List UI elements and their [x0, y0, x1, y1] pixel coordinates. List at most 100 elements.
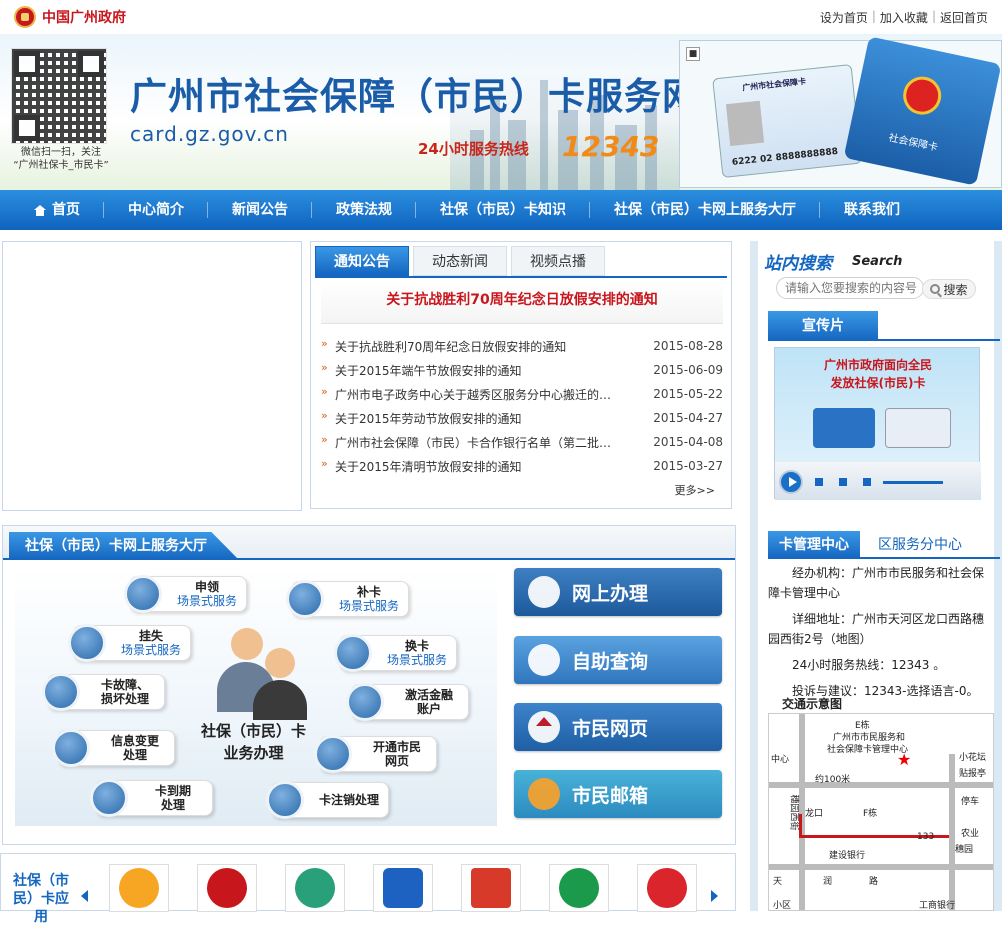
promo-video[interactable]: 广州市政府面向全民 发放社保(市民)卡	[774, 347, 981, 500]
apply-service[interactable]: 申领 场景式服务	[124, 575, 247, 613]
top-bar: 中国广州政府 设为首页 | 加入收藏 | 返回首页	[0, 0, 1002, 34]
add-favorite-link[interactable]: 加入收藏	[880, 9, 928, 26]
tab-underline	[315, 276, 727, 278]
card-fault-service[interactable]: 卡故障、 损坏处理	[42, 673, 165, 711]
service-label: 申领	[194, 580, 219, 594]
news-title[interactable]: 广州市电子政务中心关于越秀区服务分中心搬迁的通...	[321, 386, 621, 403]
open-citizen-web-service[interactable]: 开通市民 网页	[314, 735, 437, 773]
qr-caption-line: “广州社保卡_市民卡”	[13, 160, 109, 171]
nav-label: 社保（市民）卡网上服务大厅	[614, 202, 796, 218]
gov-logo[interactable]: 中国广州政府	[14, 6, 126, 28]
nav-about[interactable]: 中心简介	[104, 190, 208, 230]
news-title[interactable]: 关于抗战胜利70周年纪念日放假安排的通知	[321, 338, 621, 355]
play-icon[interactable]	[779, 470, 803, 494]
reissue-service[interactable]: 补卡 场景式服务	[286, 580, 409, 618]
stop-icon[interactable]	[815, 478, 823, 486]
card-expiry-service[interactable]: 卡到期 处理	[90, 779, 213, 817]
news-title[interactable]: 关于2015年端午节放假安排的通知	[321, 362, 621, 379]
service-sub: 损坏处理	[100, 692, 149, 706]
core-business-title: 社保（市民）卡 业务办理	[201, 720, 306, 764]
close-icon[interactable]: ■	[686, 47, 700, 61]
map-label: 润	[823, 877, 833, 887]
volume-slider[interactable]	[883, 481, 943, 484]
scroll-left-icon[interactable]	[81, 890, 88, 902]
si-logo[interactable]	[109, 864, 169, 912]
list-item[interactable]: 广州市电子政务中心关于越秀区服务分中心搬迁的通... 2015-05-22	[321, 382, 723, 406]
nav-label: 联系我们	[844, 202, 900, 218]
report-loss-service[interactable]: 挂失 场景式服务	[68, 624, 191, 662]
hospital-logo[interactable]	[285, 864, 345, 912]
nav-policy[interactable]: 政策法规	[312, 190, 416, 230]
si-icon	[119, 868, 159, 908]
card-image	[813, 408, 875, 448]
tab-district-center[interactable]: 区服务分中心	[878, 531, 962, 559]
list-item[interactable]: 广州市社会保障（市民）卡合作银行名单（第二批）... 2015-04-08	[321, 430, 723, 454]
mailbox-icon	[528, 778, 560, 810]
tab-video[interactable]: 视频点播	[511, 246, 605, 276]
set-homepage-link[interactable]: 设为首页	[820, 9, 868, 26]
replace-card-service[interactable]: 换卡 场景式服务	[334, 634, 457, 672]
list-item[interactable]: 关于2015年端午节放假安排的通知 2015-06-09	[321, 358, 723, 382]
hospital-icon	[295, 868, 335, 908]
citizen-web-button[interactable]: 市民网页	[514, 703, 722, 751]
traffic-map[interactable]: E栋 广州市市民服务和 社会保障卡管理中心 中心 小花坛 贴报亭 约100米 停…	[768, 713, 994, 911]
nav-contact[interactable]: 联系我们	[820, 190, 924, 230]
list-item[interactable]: 关于2015年劳动节放假安排的通知 2015-04-27	[321, 406, 723, 430]
button-label: 自助查询	[572, 650, 649, 673]
slideshow-panel	[2, 241, 302, 511]
more-link[interactable]: 更多>>	[675, 482, 715, 498]
service-label: 补卡	[356, 585, 381, 599]
search-button[interactable]: 搜索	[922, 279, 976, 299]
site-title: 广州市社会保障（市民）卡服务网	[130, 75, 700, 118]
map-label: 穗园	[955, 845, 974, 855]
tab-notices[interactable]: 通知公告	[315, 246, 409, 276]
library-logo[interactable]	[461, 864, 521, 912]
dollar-icon	[346, 683, 384, 721]
map-title: 交通示意图	[782, 697, 843, 711]
nav-home[interactable]: 首页	[10, 190, 104, 230]
sidebar: 站内搜索 Search 搜索 宣传片 广州市政府面向全民 发放社保(市民)卡 卡…	[750, 241, 1002, 911]
nav-news[interactable]: 新闻公告	[208, 190, 312, 230]
tab-dynamic-news[interactable]: 动态新闻	[413, 246, 507, 276]
list-item[interactable]: 关于抗战胜利70周年纪念日放假安排的通知 2015-08-28	[321, 334, 723, 358]
service-label: 信息变更	[110, 734, 159, 748]
service-label: 卡故障、	[100, 678, 149, 692]
news-headline[interactable]: 关于抗战胜利70周年纪念日放假安排的通知	[321, 282, 723, 324]
prev-icon[interactable]	[839, 478, 847, 486]
tab-card-center[interactable]: 卡管理中心	[768, 531, 860, 559]
map-label: 龙口	[805, 809, 824, 819]
emblem-logo[interactable]	[197, 864, 257, 912]
main-nav: 首页 中心简介 新闻公告 政策法规 社保（市民）卡知识 社保（市民）卡网上服务大…	[0, 190, 1002, 230]
search-input[interactable]	[776, 277, 924, 299]
service-sub: 场景式服务	[176, 594, 237, 608]
card-cancel-service[interactable]: 卡注销处理	[266, 781, 389, 819]
scroll-right-icon[interactable]	[711, 890, 718, 902]
bus-logo[interactable]	[373, 864, 433, 912]
id-card-icon	[124, 575, 162, 613]
online-handling-button[interactable]: 网上办理	[514, 568, 722, 616]
next-icon[interactable]	[863, 478, 871, 486]
activate-finance-service[interactable]: 激活金融 账户	[346, 683, 469, 721]
app-links-label: 社保（市民）卡应用	[13, 873, 69, 925]
charity-logo[interactable]	[637, 864, 697, 912]
service-label: 换卡	[404, 639, 429, 653]
sports-logo[interactable]	[549, 864, 609, 912]
news-title[interactable]: 关于2015年清明节放假安排的通知	[321, 458, 621, 475]
self-query-button[interactable]: 自助查询	[514, 636, 722, 684]
news-date: 2015-08-28	[653, 339, 723, 353]
map-label: 农业	[961, 829, 980, 839]
back-home-link[interactable]: 返回首页	[940, 9, 988, 26]
list-item[interactable]: 关于2015年清明节放假安排的通知 2015-03-27	[321, 454, 723, 478]
nav-card-knowledge[interactable]: 社保（市民）卡知识	[416, 190, 590, 230]
qr-code	[11, 48, 107, 144]
news-title[interactable]: 广州市社会保障（市民）卡合作银行名单（第二批）...	[321, 434, 621, 451]
news-title[interactable]: 关于2015年劳动节放假安排的通知	[321, 410, 621, 427]
users-icon	[52, 729, 90, 767]
nav-online-hall[interactable]: 社保（市民）卡网上服务大厅	[590, 190, 820, 230]
national-emblem-icon	[899, 73, 945, 119]
card-image	[885, 408, 951, 448]
tab-promo-video[interactable]: 宣传片	[768, 311, 878, 341]
info-change-service[interactable]: 信息变更 处理	[52, 729, 175, 767]
promo-text: 广州市政府面向全民 发放社保(市民)卡	[775, 356, 981, 392]
citizen-mail-button[interactable]: 市民邮箱	[514, 770, 722, 818]
